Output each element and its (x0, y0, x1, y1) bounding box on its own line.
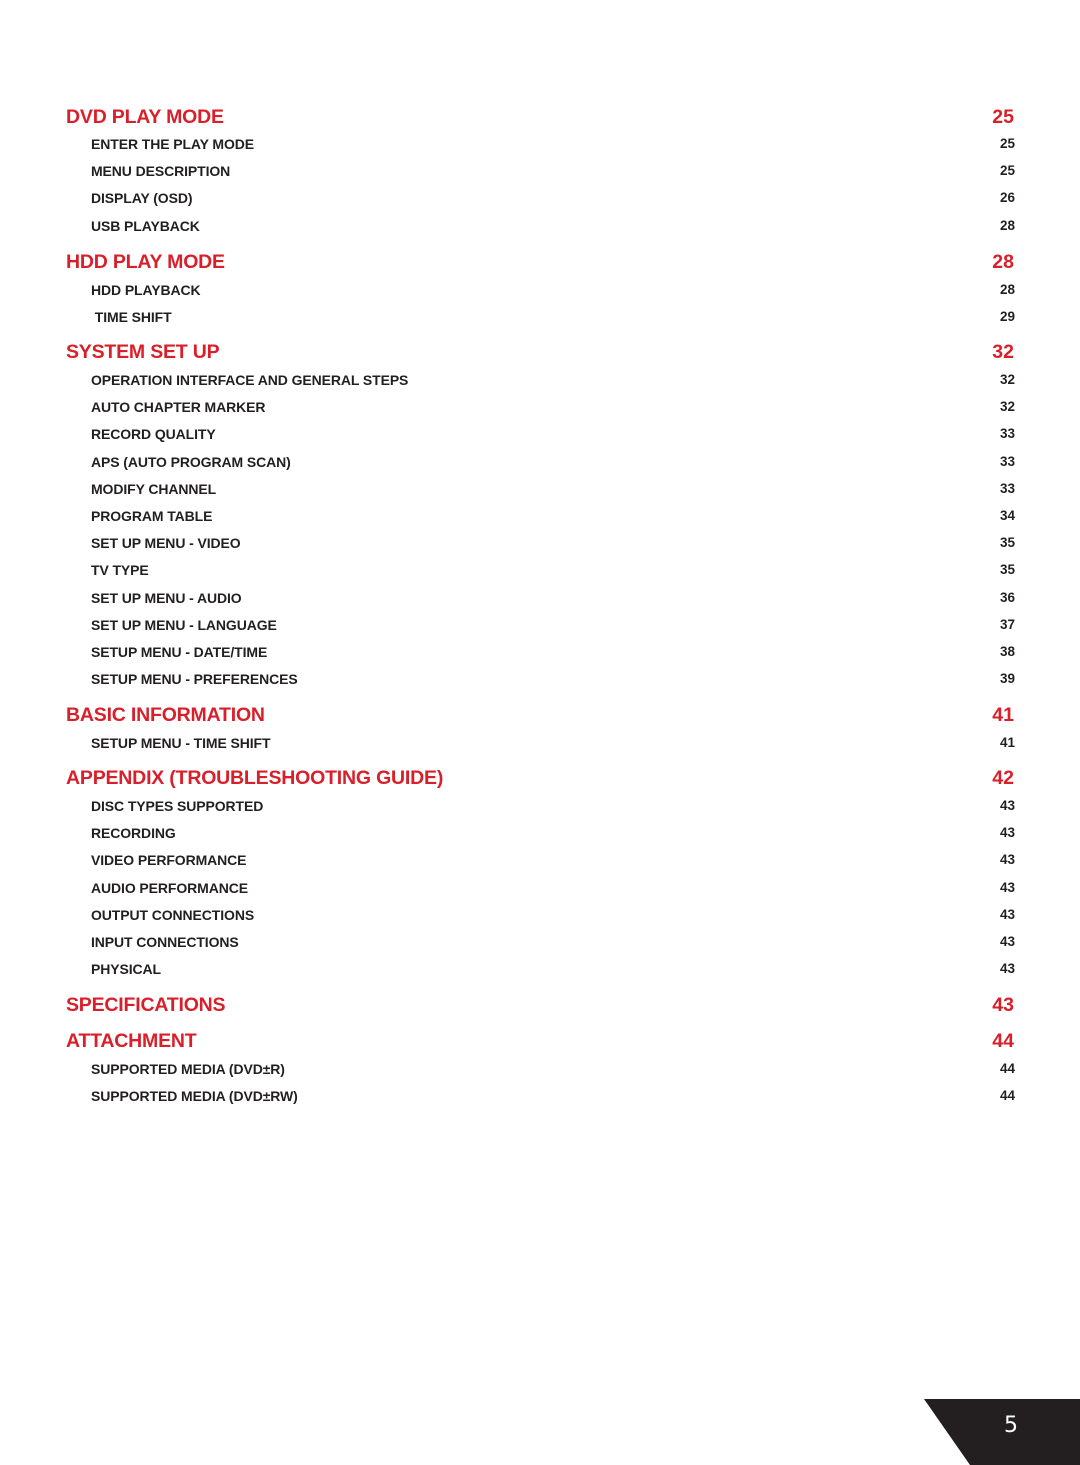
entry-title: AUTO CHAPTER MARKER (91, 399, 266, 416)
page-tab-shape (924, 1399, 1080, 1465)
entry-title: SUPPORTED MEDIA (DVD±R) (91, 1061, 285, 1077)
entry-page-number: 35 (999, 562, 1015, 578)
entry-title: SETUP MENU - DATE/TIME (91, 644, 268, 660)
entry-title: PROGRAM TABLE (91, 508, 213, 524)
entry-page-number: 41 (999, 735, 1015, 750)
entry-title: HDD PLAYBACK (91, 282, 201, 298)
entry-title: INPUT CONNECTIONS (91, 934, 239, 950)
section-page-number: 42 (992, 767, 1014, 789)
entry-title: ENTER THE PLAY MODE (91, 136, 255, 152)
entry-title: VIDEO PERFORMANCE (91, 852, 247, 869)
page-number-tab (924, 1399, 1080, 1465)
section-title: BASIC INFORMATION (66, 704, 265, 726)
entry-title: MENU DESCRIPTION (91, 163, 231, 180)
entry-page-number: 43 (999, 906, 1015, 922)
entry-title: DISC TYPES SUPPORTED (91, 798, 264, 814)
entry-page-number: 26 (999, 190, 1015, 206)
entry-title: MODIFY CHANNEL (91, 480, 217, 497)
section-page-number: 43 (992, 994, 1014, 1016)
entry-page-number: 44 (999, 1088, 1015, 1104)
entry-page-number: 43 (999, 934, 1015, 949)
entry-page-number: 35 (999, 535, 1015, 551)
entry-title: OPERATION INTERFACE AND GENERAL STEPS (91, 372, 409, 388)
entry-page-number: 43 (999, 798, 1015, 813)
entry-page-number: 33 (999, 426, 1015, 442)
entry-page-number: 25 (999, 163, 1015, 179)
entry-title: DISPLAY (OSD) (91, 190, 193, 207)
entry-title: SET UP MENU - VIDEO (91, 535, 241, 552)
entry-page-number: 43 (999, 852, 1015, 868)
page-number: 5 (1004, 1413, 1018, 1438)
entry-page-number: 29 (999, 309, 1015, 325)
section-page-number: 44 (992, 1030, 1014, 1052)
entry-page-number: 25 (999, 136, 1015, 151)
entry-page-number: 44 (999, 1061, 1015, 1076)
entry-page-number: 43 (999, 825, 1015, 841)
entry-title: SETUP MENU - TIME SHIFT (91, 735, 271, 751)
section-page-number: 41 (992, 704, 1014, 726)
entry-page-number: 39 (999, 671, 1015, 687)
entry-page-number: 28 (999, 282, 1015, 297)
entry-title: AUDIO PERFORMANCE (91, 879, 248, 896)
entry-page-number: 33 (999, 453, 1015, 469)
entry-page-number: 32 (999, 399, 1015, 415)
entry-title: SET UP MENU - LANGUAGE (91, 616, 277, 633)
entry-page-number: 28 (999, 217, 1015, 233)
section-title: APPENDIX (TROUBLESHOOTING GUIDE) (66, 767, 444, 789)
entry-page-number: 38 (999, 644, 1015, 659)
section-page-number: 25 (992, 106, 1014, 128)
entry-title: RECORD QUALITY (91, 426, 216, 443)
entry-title: APS (AUTO PROGRAM SCAN) (91, 453, 291, 470)
section-title: DVD PLAY MODE (66, 106, 224, 128)
entry-title: TV TYPE (91, 562, 149, 579)
entry-title: SUPPORTED MEDIA (DVD±RW) (91, 1088, 298, 1105)
entry-title: RECORDING (91, 825, 176, 842)
section-title: HDD PLAY MODE (66, 251, 225, 273)
section-title: ATTACHMENT (66, 1030, 197, 1052)
section-page-number: 28 (992, 251, 1014, 273)
entry-page-number: 43 (999, 879, 1015, 895)
section-title: SYSTEM SET UP (66, 341, 220, 363)
entry-page-number: 36 (999, 589, 1015, 605)
entry-title: SETUP MENU - PREFERENCES (91, 671, 298, 688)
entry-page-number: 32 (999, 372, 1015, 387)
entry-page-number: 43 (999, 961, 1015, 977)
entry-title: SET UP MENU - AUDIO (91, 589, 242, 606)
entry-title: TIME SHIFT (91, 309, 172, 326)
entry-page-number: 33 (999, 480, 1015, 496)
entry-page-number: 37 (999, 616, 1015, 632)
entry-title: USB PLAYBACK (91, 217, 200, 234)
section-page-number: 32 (992, 341, 1014, 363)
entry-title: OUTPUT CONNECTIONS (91, 906, 255, 923)
entry-title: PHYSICAL (91, 961, 161, 978)
entry-page-number: 34 (999, 508, 1015, 523)
section-title: SPECIFICATIONS (66, 994, 226, 1016)
